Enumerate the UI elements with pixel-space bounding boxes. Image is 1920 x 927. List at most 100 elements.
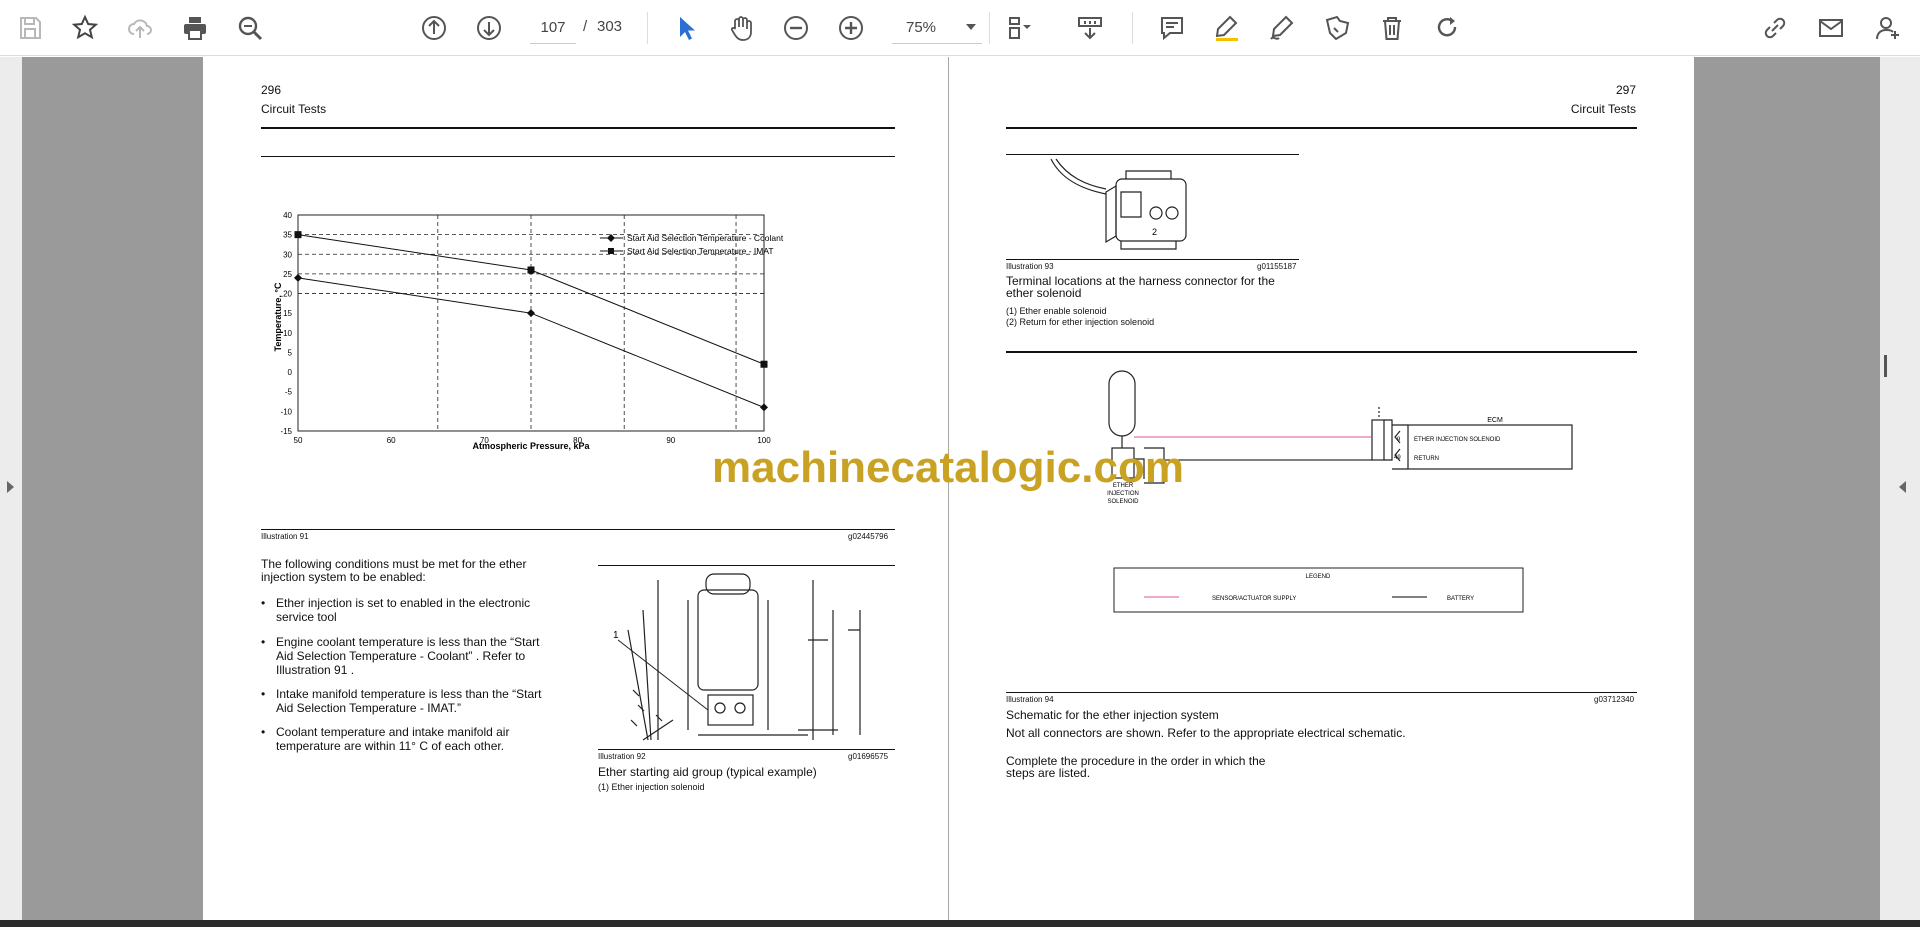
bullet-item: Intake manifold temperature is less than…: [276, 687, 541, 715]
bullet-dot: •: [261, 596, 266, 610]
comment-icon[interactable]: [1152, 8, 1192, 48]
figure-title: Schematic for the ether injection system: [1006, 708, 1219, 722]
highlight-pen-icon[interactable]: [1207, 8, 1247, 48]
toolbar-divider: [647, 12, 648, 44]
y-tick-label: -5: [285, 388, 293, 397]
pin-number: 9: [1397, 437, 1401, 443]
procedure-line: steps are listed.: [1006, 766, 1091, 780]
bullet-item: Engine coolant temperature is less than …: [276, 635, 539, 677]
stamp-edit-icon[interactable]: [1317, 8, 1357, 48]
previous-page-icon[interactable]: [414, 8, 454, 48]
figure-code: g02445796: [848, 532, 889, 541]
temperature-chart: 4035302520151050-5-10-1550 60 70 80 90 100 Te…: [273, 211, 784, 451]
zoom-level-value: 75%: [906, 19, 937, 36]
figure-label: Illustration 93: [1006, 262, 1054, 271]
figure-label: Illustration 91: [261, 532, 309, 541]
header-rule: [261, 127, 895, 129]
y-tick-label: 10: [283, 329, 292, 338]
page-number-input[interactable]: [530, 12, 576, 44]
y-tick-label: 40: [283, 211, 292, 220]
intro-text: The following conditions must be met for…: [261, 558, 526, 584]
add-user-icon[interactable]: [1868, 8, 1908, 48]
redo-icon[interactable]: [1427, 8, 1467, 48]
scroll-mode-icon[interactable]: [1070, 8, 1110, 48]
harness-connector-drawing: 2: [1050, 158, 1187, 250]
figure-code: g01696575: [848, 752, 889, 761]
callout-1: 1: [613, 630, 619, 641]
bullet-line: Aid Selection Temperature - IMAT.”: [276, 701, 461, 715]
figure-item: (1) Ether enable solenoid: [1006, 306, 1107, 316]
procedure-text: Complete the procedure in the order in w…: [1006, 755, 1265, 779]
bullet-dot: •: [261, 725, 266, 739]
caption-rule: [1006, 692, 1637, 693]
zoom-out-icon[interactable]: [776, 8, 816, 48]
page-number: 296: [261, 83, 282, 97]
data-point: [527, 309, 535, 318]
device-label: SOLENOID: [1107, 499, 1139, 505]
bottom-bar: [0, 920, 1920, 927]
y-tick-label: 5: [288, 348, 293, 357]
y-tick-label: 35: [283, 231, 292, 240]
bullet-item: Coolant temperature and intake manifold …: [276, 725, 509, 753]
figure-item: (1) Ether injection solenoid: [598, 782, 705, 792]
caption-rule: [261, 529, 895, 530]
y-axis-label: Temperature, °C: [273, 282, 283, 351]
zoom-in-icon[interactable]: [831, 8, 871, 48]
caption-rule: [1006, 259, 1299, 260]
figure-code: g03712340: [1594, 695, 1635, 704]
figure-rule: [261, 156, 895, 157]
figure-items: (1) Ether enable solenoid (2) Return for…: [1006, 306, 1154, 328]
bullet-line: Intake manifold temperature is less than…: [276, 687, 542, 701]
data-point: [294, 273, 302, 282]
y-tick-label: 0: [288, 368, 293, 377]
page-fit-icon[interactable]: [1000, 8, 1040, 48]
save-icon[interactable]: [10, 8, 50, 48]
hand-tool-icon[interactable]: [721, 8, 761, 48]
left-panel-rail: [0, 57, 22, 920]
data-point: [527, 266, 535, 274]
section-title: Circuit Tests: [261, 102, 327, 116]
x-tick-label: 60: [387, 436, 396, 445]
email-icon[interactable]: [1811, 8, 1851, 48]
select-cursor-icon[interactable]: [666, 8, 706, 48]
figure-rule: [1006, 154, 1299, 155]
expand-left-panel-icon[interactable]: [7, 481, 14, 493]
bullet-line: Illustration 91 .: [276, 663, 355, 677]
pin-number: 49: [1394, 455, 1401, 461]
bullet-item: Ether injection is set to enabled in the…: [276, 596, 530, 624]
legend-label: SENSOR/ACTUATOR SUPPLY: [1212, 596, 1296, 602]
right-panel-rail: [1880, 57, 1920, 920]
data-point: [294, 231, 302, 239]
cloud-upload-icon[interactable]: [120, 8, 160, 48]
delete-trash-icon[interactable]: [1372, 8, 1412, 48]
scrollbar-thumb[interactable]: [1884, 355, 1887, 377]
figure-label: Illustration 94: [1006, 695, 1054, 704]
expand-right-panel-icon[interactable]: [1899, 481, 1906, 493]
bullet-line: Ether injection is set to enabled in the…: [276, 596, 531, 610]
y-tick-label: 20: [283, 290, 292, 299]
toolbar: / 303 75%: [0, 0, 1920, 56]
bullet-line: Aid Selection Temperature - Coolant” . R…: [276, 649, 526, 663]
zoom-search-icon[interactable]: [230, 8, 270, 48]
figure-rule: [1006, 351, 1637, 353]
figure-title: Terminal locations at the harness connec…: [1006, 275, 1275, 299]
bullet-line: service tool: [276, 610, 337, 624]
next-page-icon[interactable]: [469, 8, 509, 48]
figure-item: (2) Return for ether injection solenoid: [1006, 317, 1155, 327]
section-title: Circuit Tests: [1570, 102, 1636, 116]
bullet-line: Coolant temperature and intake manifold …: [276, 725, 510, 739]
bookmark-star-icon[interactable]: [65, 8, 105, 48]
draw-sign-icon[interactable]: [1262, 8, 1302, 48]
data-point: [760, 403, 768, 412]
legend-label: Start Aid Selection Temperature - Coolan…: [627, 233, 784, 243]
print-icon[interactable]: [175, 8, 215, 48]
y-tick-label: 25: [283, 270, 292, 279]
y-tick-label: 30: [283, 250, 292, 259]
x-tick-label: 50: [294, 436, 303, 445]
intro-line: injection system to be enabled:: [261, 570, 426, 584]
title-line: ether solenoid: [1006, 286, 1082, 300]
share-link-icon[interactable]: [1755, 8, 1795, 48]
zoom-level-select[interactable]: 75%: [892, 12, 982, 44]
toolbar-divider: [989, 12, 990, 44]
toolbar-divider: [1132, 12, 1133, 44]
